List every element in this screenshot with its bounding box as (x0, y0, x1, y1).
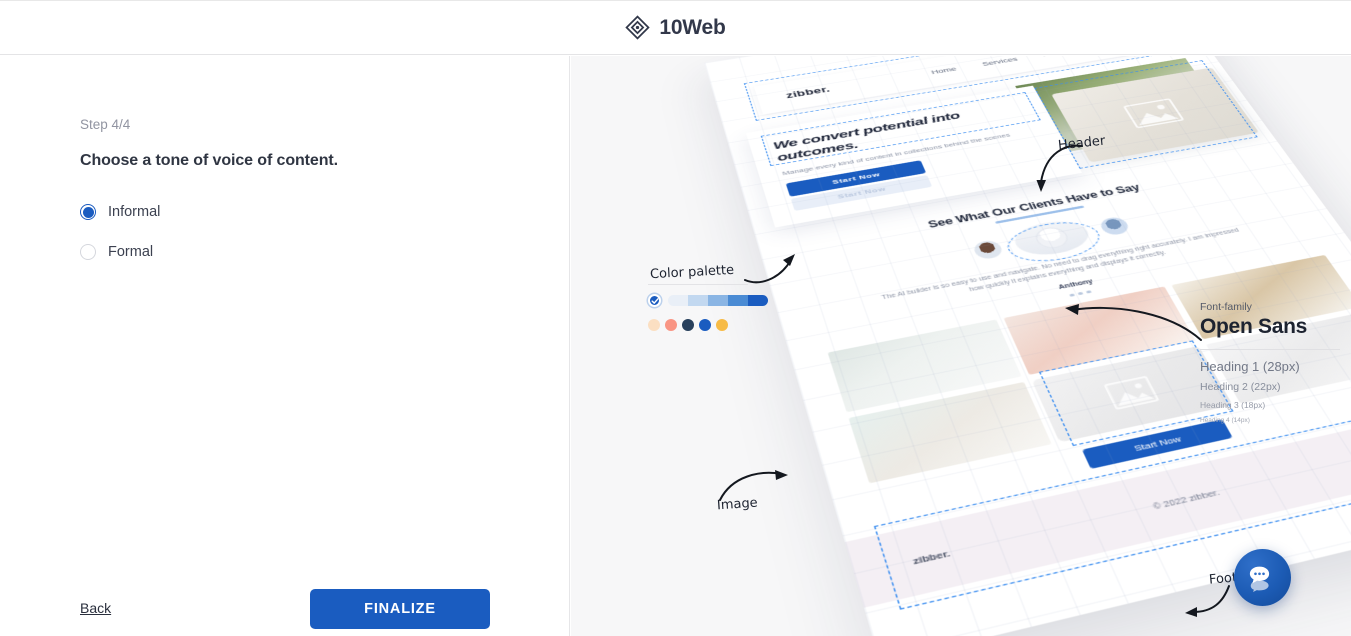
color-palette-card (648, 284, 768, 331)
wizard-panel: Step 4/4 Choose a tone of voice of conte… (0, 56, 570, 636)
radio-mark-informal[interactable] (80, 204, 96, 220)
brand-name: 10Web (659, 15, 726, 39)
radio-mark-formal[interactable] (80, 244, 96, 260)
arrow-to-palette-icon (744, 254, 795, 284)
palette-swatches (648, 319, 768, 331)
swatch[interactable] (665, 319, 677, 331)
step-label: Step 4/4 (80, 117, 131, 132)
finalize-button[interactable]: FINALIZE (310, 589, 490, 629)
swatch[interactable] (682, 319, 694, 331)
swatch[interactable] (648, 319, 660, 331)
brand: 10Web (625, 15, 726, 40)
swatch[interactable] (716, 319, 728, 331)
palette-gradient-bar[interactable] (668, 295, 768, 306)
avatar (971, 238, 1005, 261)
divider (648, 284, 748, 285)
radio-option-informal[interactable]: Informal (80, 204, 160, 220)
heading-sample-2: Heading 2 (22px) (1200, 381, 1281, 393)
nav-item-about[interactable]: About us (1041, 56, 1079, 57)
mockup-logo: zibber. (784, 84, 832, 101)
palette-gradient-row (648, 294, 768, 307)
avatar (1097, 215, 1132, 237)
diamond-logo-icon (625, 15, 650, 40)
heading-sample-4: Heading 4 (14px) (1200, 417, 1250, 424)
divider (1200, 349, 1340, 350)
back-link[interactable]: Back (80, 600, 111, 616)
check-icon[interactable] (648, 294, 661, 307)
arrow-to-image-icon (719, 470, 788, 501)
nav-item-services[interactable]: Services (981, 56, 1019, 67)
preview-panel: zibber. Home Services About us Insights … (571, 56, 1351, 636)
radio-label-informal: Informal (108, 204, 161, 220)
arrow-to-header-icon (1036, 144, 1083, 192)
chat-widget-button[interactable] (1234, 549, 1291, 606)
app-header: 10Web (0, 0, 1351, 55)
heading-sample-1: Heading 1 (28px) (1200, 359, 1300, 374)
heading-sample-3: Heading 3 (18px) (1200, 400, 1266, 410)
chat-bubble-icon (1249, 566, 1269, 592)
nav-item-home[interactable]: Home (930, 66, 957, 76)
arrow-to-footer-icon (1185, 585, 1230, 617)
font-family-card: Font-family Open Sans Heading 1 (28px) H… (1200, 301, 1350, 431)
radio-option-formal[interactable]: Formal (80, 244, 153, 260)
page-title: Choose a tone of voice of content. (80, 152, 338, 169)
radio-label-formal: Formal (108, 244, 154, 260)
swatch[interactable] (699, 319, 711, 331)
font-family-label: Font-family (1200, 301, 1252, 313)
arrow-to-font-family-icon (1065, 304, 1202, 341)
font-family-name: Open Sans (1200, 315, 1307, 338)
